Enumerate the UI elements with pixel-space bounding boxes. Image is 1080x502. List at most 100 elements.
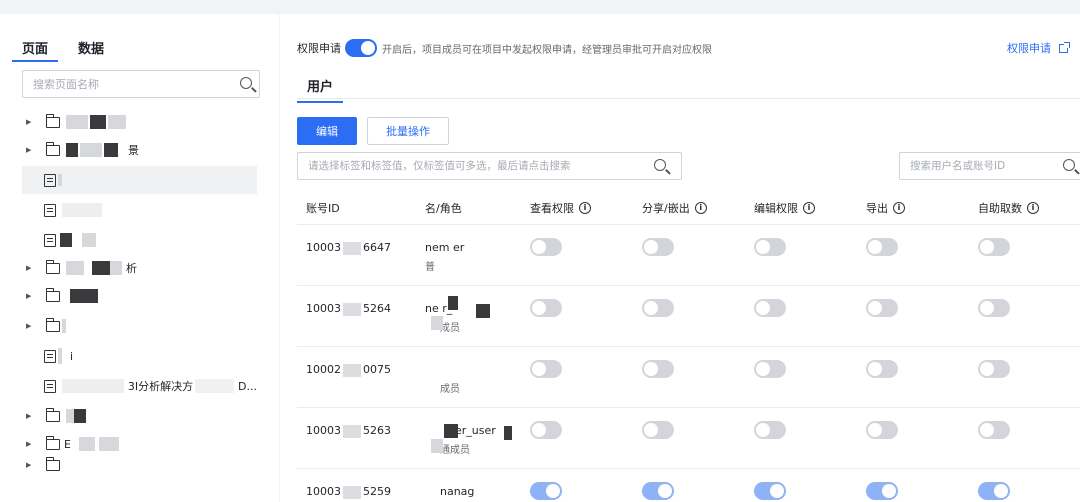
export-permission-switch[interactable] — [866, 482, 898, 500]
share-permission-switch[interactable] — [642, 421, 674, 439]
user-search-input[interactable] — [900, 153, 1060, 179]
caret-right-icon[interactable]: ▶ — [26, 412, 38, 420]
tree-item[interactable]: ▶ — [22, 282, 257, 310]
redacted-block — [92, 261, 110, 275]
redacted-block — [343, 302, 361, 316]
tag-filter-input[interactable] — [298, 153, 638, 179]
redacted-block — [90, 115, 106, 129]
account-id-cell: 10003 5264 — [306, 302, 391, 316]
self-service-permission-switch[interactable] — [978, 482, 1010, 500]
self-service-permission-switch[interactable] — [978, 238, 1010, 256]
caret-right-icon[interactable]: ▶ — [26, 461, 38, 469]
tree-item[interactable]: ▶ — [22, 108, 257, 136]
caret-right-icon[interactable]: ▶ — [26, 322, 38, 330]
account-id-prefix: 10003 — [306, 241, 341, 254]
view-permission-switch[interactable] — [530, 421, 562, 439]
search-icon[interactable] — [1063, 159, 1075, 171]
tree-item-selected[interactable] — [22, 166, 257, 194]
info-icon[interactable]: i — [694, 202, 707, 214]
redacted-block — [343, 363, 361, 377]
export-permission-switch[interactable] — [866, 299, 898, 317]
folder-icon — [45, 259, 60, 274]
tab-pages[interactable]: 页面 — [12, 34, 59, 62]
username-cell: nanag — [440, 485, 475, 498]
export-permission-switch[interactable] — [866, 238, 898, 256]
folder-icon — [45, 317, 60, 332]
tree-item[interactable]: ▶ 析 — [22, 254, 257, 282]
export-permission-switch[interactable] — [866, 421, 898, 439]
tree-item-label: 景 — [128, 144, 139, 157]
export-permission-switch[interactable] — [866, 360, 898, 378]
share-permission-switch[interactable] — [642, 238, 674, 256]
caret-right-icon[interactable]: ▶ — [26, 118, 38, 126]
page-icon — [44, 203, 56, 217]
role-cell: 普 — [425, 262, 435, 273]
info-icon[interactable]: i — [1027, 202, 1039, 214]
folder-icon — [45, 141, 60, 156]
permission-request-link[interactable]: 权限申请 — [1007, 40, 1070, 56]
caret-right-icon[interactable]: ▶ — [26, 264, 38, 272]
tag-filter-box — [297, 152, 682, 180]
self-service-permission-switch[interactable] — [978, 421, 1010, 439]
tree-item[interactable] — [22, 196, 257, 224]
batch-operation-button[interactable]: 批量操作 — [367, 117, 449, 145]
account-id-cell: 10002 0075 — [306, 363, 391, 377]
account-id-suffix: 5263 — [363, 424, 391, 437]
caret-right-icon[interactable]: ▶ — [26, 292, 38, 300]
tree-item[interactable] — [22, 226, 257, 254]
redacted-block — [78, 437, 95, 451]
page-search-input[interactable] — [23, 71, 223, 97]
tree-item[interactable]: i — [22, 342, 257, 370]
search-icon[interactable] — [654, 159, 666, 171]
account-id-suffix: 5264 — [363, 302, 391, 315]
redacted-block — [110, 261, 122, 275]
view-permission-switch[interactable] — [530, 482, 562, 500]
edit-button[interactable]: 编辑 — [297, 117, 357, 145]
view-permission-switch[interactable] — [530, 299, 562, 317]
search-icon[interactable] — [240, 77, 252, 89]
redacted-block — [98, 437, 119, 451]
share-permission-switch[interactable] — [642, 360, 674, 378]
tree-item[interactable]: ▶ — [22, 312, 257, 340]
external-link-icon — [1059, 41, 1070, 53]
info-icon[interactable]: i — [803, 202, 815, 214]
role-cell: 成员 — [440, 384, 460, 395]
permission-request-description: 开启后，项目成员可在项目中发起权限申请，经管理员审批可开启对应权限 — [382, 44, 712, 56]
tree-item[interactable]: ▶ — [22, 402, 257, 430]
edit-permission-switch[interactable] — [754, 421, 786, 439]
info-icon[interactable]: i — [893, 202, 905, 214]
edit-permission-switch[interactable] — [754, 238, 786, 256]
caret-right-icon[interactable]: ▶ — [26, 440, 38, 448]
self-service-permission-switch[interactable] — [978, 360, 1010, 378]
redacted-block — [62, 319, 66, 333]
share-permission-switch[interactable] — [642, 299, 674, 317]
redacted-block — [108, 115, 126, 129]
edit-permission-switch[interactable] — [754, 360, 786, 378]
row-divider — [297, 346, 1080, 347]
account-id-cell: 10003 5259 — [306, 485, 391, 499]
share-permission-switch[interactable] — [642, 482, 674, 500]
info-icon[interactable]: i — [579, 202, 591, 214]
tree-item-partial[interactable]: ▶ — [22, 456, 257, 472]
permission-request-toggle[interactable] — [345, 39, 377, 57]
column-header-share: 分享/嵌出 i — [642, 200, 707, 216]
folder-icon — [45, 287, 60, 302]
view-permission-switch[interactable] — [530, 238, 562, 256]
column-header-label: 分享/嵌出 — [642, 202, 690, 215]
edit-permission-switch[interactable] — [754, 482, 786, 500]
tree-item[interactable]: ▶ E — [22, 430, 257, 458]
account-id-prefix: 10003 — [306, 302, 341, 315]
tree-item[interactable]: 3I分析解决方 D... — [22, 372, 257, 400]
edit-permission-switch[interactable] — [754, 299, 786, 317]
caret-right-icon[interactable]: ▶ — [26, 146, 38, 154]
username-cell: nem er — [425, 241, 465, 254]
tab-data[interactable]: 数据 — [78, 34, 104, 62]
self-service-permission-switch[interactable] — [978, 299, 1010, 317]
account-id-prefix: 10002 — [306, 363, 341, 376]
account-id-suffix: 0075 — [363, 363, 391, 376]
column-header-label: 编辑权限 — [754, 202, 798, 215]
redacted-block — [431, 316, 443, 330]
tree-item[interactable]: ▶ 景 — [22, 136, 257, 164]
permission-panel: 权限申请 开启后，项目成员可在项目中发起权限申请，经管理员审批可开启对应权限 权… — [280, 14, 1080, 502]
view-permission-switch[interactable] — [530, 360, 562, 378]
